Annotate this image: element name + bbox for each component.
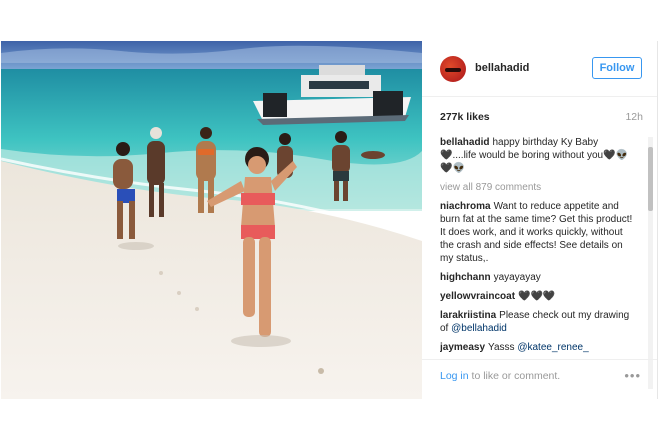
- comment-item: highchann yayayayay: [440, 271, 636, 284]
- comment-text: Yasss: [488, 342, 518, 353]
- comment-text: yayayayay: [493, 272, 541, 283]
- comment-item: niachroma Want to reduce appetite and bur…: [440, 200, 636, 265]
- like-count[interactable]: 277k likes: [440, 111, 490, 123]
- comment-user[interactable]: jaymeasy: [440, 342, 485, 353]
- view-all-comments-link[interactable]: view all 879 comments: [440, 181, 636, 194]
- comment-user[interactable]: larakriistina: [440, 310, 496, 321]
- more-options-icon[interactable]: •••: [624, 368, 641, 383]
- comment-item: yellowvraincoat 🖤🖤🖤: [440, 290, 636, 303]
- login-prompt: Log in to like or comment.: [440, 370, 560, 382]
- post-time[interactable]: 12h: [625, 111, 643, 123]
- login-prompt-text: to like or comment.: [468, 370, 561, 382]
- comment-item: larakriistina Please check out my drawing…: [440, 309, 636, 335]
- post-sidebar: bellahadid Follow 277k likes 12h bellaha…: [422, 41, 657, 399]
- comment-item: jaymeasy Yasss @katee_renee_: [440, 341, 636, 354]
- likes-row: 277k likes 12h: [440, 111, 643, 125]
- comments-scrollbar[interactable]: [648, 137, 653, 389]
- comment-user[interactable]: highchann: [440, 272, 491, 283]
- scrollbar-thumb[interactable]: [648, 147, 653, 211]
- login-link[interactable]: Log in: [440, 370, 469, 382]
- post-card: bellahadid Follow 277k likes 12h bellaha…: [1, 41, 658, 399]
- comment-mention[interactable]: @katee_renee_: [517, 342, 588, 353]
- caption: bellahadid happy birthday Ky Baby 🖤....li…: [440, 136, 636, 175]
- comment-mention[interactable]: @bellahadid: [451, 323, 507, 334]
- beach-photo: [1, 41, 422, 399]
- username[interactable]: bellahadid: [475, 62, 529, 74]
- comment-user[interactable]: niachroma: [440, 201, 491, 212]
- comments-list: bellahadid happy birthday Ky Baby 🖤....li…: [440, 136, 636, 390]
- post-header: bellahadid Follow: [422, 41, 657, 97]
- comment-text: 🖤🖤🖤: [518, 291, 556, 302]
- caption-user[interactable]: bellahadid: [440, 137, 489, 148]
- post-photo[interactable]: [1, 41, 422, 399]
- follow-button[interactable]: Follow: [592, 57, 642, 79]
- avatar[interactable]: [440, 56, 466, 82]
- comment-user[interactable]: yellowvraincoat: [440, 291, 515, 302]
- post-footer: Log in to like or comment. •••: [422, 359, 657, 400]
